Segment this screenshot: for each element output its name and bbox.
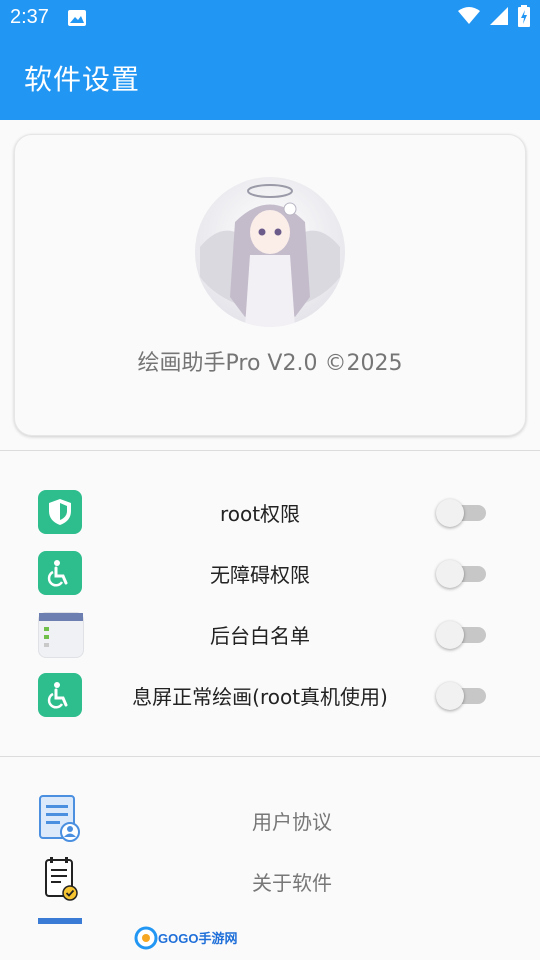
toggle-thumb	[436, 499, 464, 527]
accessibility-permission-toggle[interactable]	[436, 559, 486, 589]
toggle-thumb	[436, 560, 464, 588]
section-divider	[0, 450, 540, 451]
toggle-thumb	[436, 682, 464, 710]
app-bar: 软件设置	[0, 36, 540, 120]
wifi-icon	[458, 7, 480, 29]
permission-row-accessibility: 无障碍权限	[0, 543, 540, 605]
watermark-logo: GOGO手游网	[134, 924, 244, 954]
app-version-text: 绘画助手Pro V2.0 ©2025	[137, 351, 403, 376]
section-divider	[0, 756, 540, 757]
about-software-row[interactable]: 关于软件	[0, 849, 540, 909]
page-title: 软件设置	[24, 63, 141, 96]
permission-label: 息屏正常绘画(root真机使用)	[132, 685, 388, 709]
user-agreement-label: 用户协议	[252, 810, 332, 834]
permission-label: 后台白名单	[210, 624, 310, 648]
root-permission-toggle[interactable]	[436, 498, 486, 528]
partial-icon	[38, 918, 82, 924]
about-document-icon	[38, 855, 82, 903]
permission-row-screen-off: 息屏正常绘画(root真机使用)	[0, 665, 540, 727]
permission-row-root: root权限	[0, 482, 540, 544]
accessibility-icon	[38, 551, 82, 595]
avatar	[195, 177, 345, 327]
screen-off-drawing-toggle[interactable]	[436, 681, 486, 711]
watermark-text: GOGO手游网	[158, 931, 237, 946]
accessibility-icon	[38, 673, 82, 717]
toggle-thumb	[436, 621, 464, 649]
background-whitelist-toggle[interactable]	[436, 620, 486, 650]
signal-icon	[490, 7, 508, 29]
battery-icon	[518, 5, 530, 31]
about-software-label: 关于软件	[252, 871, 332, 895]
user-agreement-row[interactable]: 用户协议	[0, 788, 540, 848]
status-time: 2:37	[10, 6, 49, 28]
shield-icon	[38, 490, 82, 534]
permission-label: root权限	[219, 502, 301, 526]
status-bar: 2:37	[0, 0, 540, 36]
permission-row-whitelist: 后台白名单	[0, 604, 540, 666]
profile-card: 绘画助手Pro V2.0 ©2025	[14, 134, 526, 436]
image-notification-icon	[68, 10, 86, 26]
permission-label: 无障碍权限	[210, 563, 310, 587]
app-list-icon	[38, 612, 84, 658]
user-agreement-icon	[38, 794, 82, 842]
